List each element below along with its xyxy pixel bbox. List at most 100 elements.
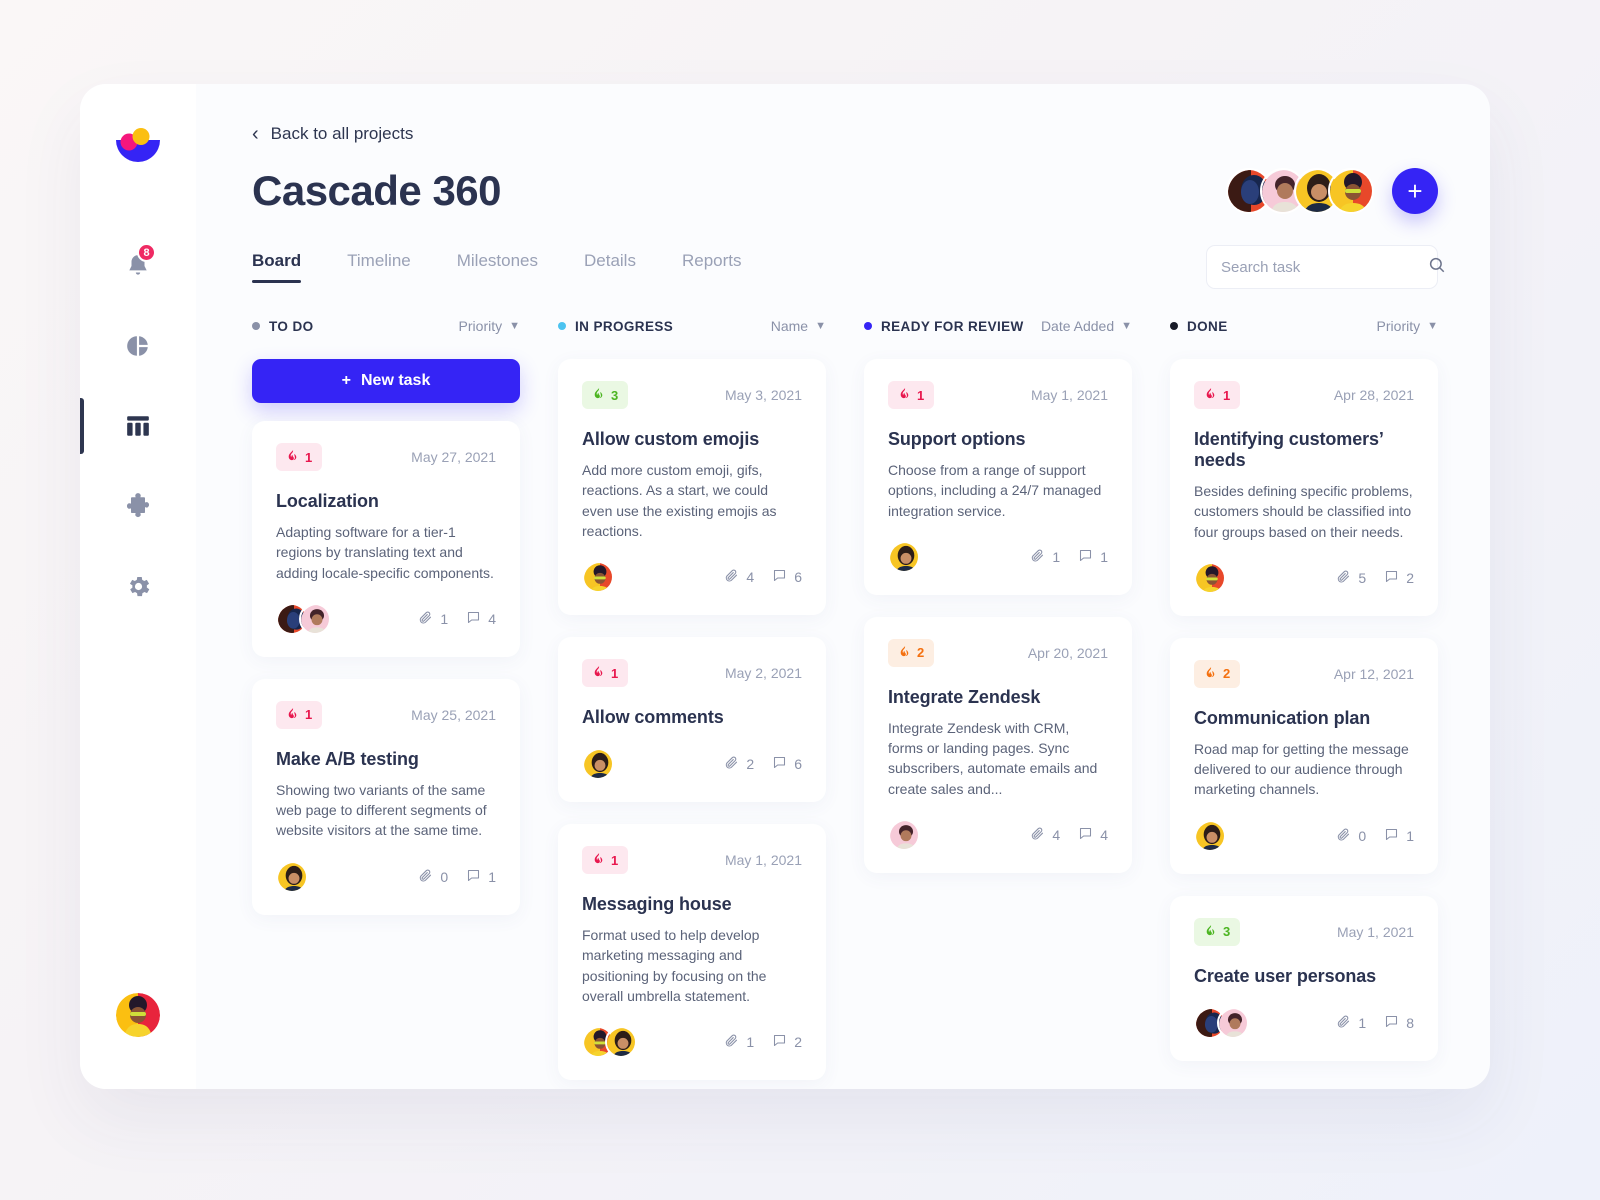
avatar[interactable] [1328,168,1374,214]
add-member-button[interactable]: + [1392,168,1438,214]
tab-details[interactable]: Details [584,251,636,283]
paperclip-icon [418,610,433,628]
tab-milestones[interactable]: Milestones [457,251,538,283]
priority-value: 1 [1223,387,1231,403]
priority-badge: 1 [582,659,629,688]
column-header: TO DO Priority ▼ [252,311,520,341]
task-card[interactable]: 1 May 1, 2021 Support options Choose fro… [864,359,1132,595]
card-header: 1 May 2, 2021 [582,659,802,688]
search-icon[interactable] [1428,256,1446,279]
assignee-avatar[interactable] [888,540,920,573]
assignee-avatar[interactable] [299,602,331,635]
sidebar-profile-avatar[interactable] [116,993,160,1037]
sidebar: 8 [80,84,196,1089]
card-title: Allow comments [582,707,724,728]
sidebar-item-settings[interactable] [110,566,166,606]
assignee-avatar[interactable] [605,1026,637,1059]
card-footer: 5 2 [1194,561,1414,594]
card-assignees [1194,819,1226,852]
card-date: May 1, 2021 [1030,387,1108,403]
assignee-avatar[interactable] [1194,819,1226,852]
priority-value: 2 [1223,666,1231,682]
priority-badge: 1 [276,700,323,729]
priority-badge: 1 [276,443,323,471]
task-card[interactable]: 1 May 2, 2021 Allow comments 2 6 [558,637,826,803]
column-sort-dropdown[interactable]: Priority ▼ [1377,318,1438,334]
paperclip-icon [1336,569,1351,587]
comment-value: 1 [1100,548,1108,565]
chevron-down-icon: ▼ [815,320,826,332]
assignee-avatar[interactable] [888,819,920,852]
chevron-left-icon: ‹ [252,123,259,145]
comment-value: 6 [794,569,802,586]
comment-count: 1 [1078,548,1108,566]
task-card[interactable]: 1 May 27, 2021 Localization Adapting sof… [252,421,520,657]
column-sort-dropdown[interactable]: Name ▼ [771,318,826,334]
comment-value: 4 [1100,827,1108,844]
card-title: Integrate Zendesk [888,686,1041,707]
card-header: 1 Apr 28, 2021 [1194,381,1414,409]
flame-icon [286,448,299,466]
comment-icon [1078,548,1093,566]
attachment-count: 4 [724,568,754,586]
sidebar-item-board[interactable] [80,398,166,454]
task-card[interactable]: 1 Apr 28, 2021 Identifying customers’ ne… [1170,359,1438,616]
chevron-down-icon: ▼ [509,320,520,332]
assignee-avatar[interactable] [582,748,614,781]
attachment-value: 4 [746,569,755,586]
assignee-avatar[interactable] [1217,1006,1249,1039]
status-dot [1170,322,1178,330]
attachment-count: 0 [1336,827,1366,845]
task-card[interactable]: 2 Apr 20, 2021 Integrate Zendesk Integra… [864,616,1132,874]
column-header: READY FOR REVIEW Date Added ▼ [864,311,1132,341]
sidebar-item-notifications[interactable]: 8 [110,243,166,286]
search-box[interactable] [1206,245,1445,289]
tab-timeline[interactable]: Timeline [347,251,411,283]
priority-value: 3 [1223,924,1231,940]
card-date: May 25, 2021 [411,706,496,723]
status-dot [864,322,872,330]
assignee-avatar[interactable] [276,860,308,893]
tab-reports[interactable]: Reports [682,251,742,283]
new-task-button[interactable]: + New task [252,359,520,403]
attachment-count: 2 [724,755,754,773]
column-name: TO DO [269,318,314,334]
attachment-count: 1 [1030,548,1060,566]
card-list: 1 Apr 28, 2021 Identifying customers’ ne… [1170,359,1438,1061]
column-sort-dropdown[interactable]: Date Added ▼ [1041,318,1132,334]
member-avatars [1226,168,1374,214]
card-header: 3 May 3, 2021 [582,381,802,409]
comment-icon [772,755,787,773]
card-assignees [888,819,920,852]
task-card[interactable]: 3 May 3, 2021 Allow custom emojis Add mo… [558,359,826,616]
attachment-value: 4 [1052,827,1061,844]
task-card[interactable]: 3 May 1, 2021 Create user personas 1 8 [1170,895,1438,1061]
task-card[interactable]: 2 Apr 12, 2021 Communication plan Road m… [1170,637,1438,874]
plus-icon: + [341,372,351,389]
card-description: Add more custom emoji, gifs, reactions. … [582,462,777,539]
card-title: Communication plan [1194,707,1371,728]
search-input[interactable] [1221,258,1420,276]
comment-count: 4 [466,610,496,628]
back-to-projects-link[interactable]: ‹ Back to all projects [252,124,413,144]
card-list: 1 May 27, 2021 Localization Adapting sof… [252,421,520,915]
priority-badge: 3 [1194,917,1241,946]
app-logo[interactable] [110,128,166,174]
comment-icon [1384,1014,1399,1032]
priority-value: 1 [917,387,925,403]
task-card[interactable]: 1 May 1, 2021 Messaging house Format use… [558,824,826,1081]
card-title: Localization [276,491,379,511]
assignee-avatar[interactable] [1194,561,1226,594]
card-header: 1 May 25, 2021 [276,700,496,729]
priority-value: 1 [305,449,313,465]
priority-value: 1 [611,852,619,868]
sidebar-item-integrations[interactable] [110,486,166,526]
sidebar-item-analytics[interactable] [110,326,166,366]
task-card[interactable]: 1 May 25, 2021 Make A/B testing Showing … [252,678,520,915]
column-sort-dropdown[interactable]: Priority ▼ [459,318,520,334]
tab-board[interactable]: Board [252,251,302,283]
comment-value: 2 [794,1034,802,1051]
column-name: DONE [1187,318,1228,334]
tabs: Board Timeline Milestones Details Report… [252,251,742,283]
assignee-avatar[interactable] [582,561,614,594]
